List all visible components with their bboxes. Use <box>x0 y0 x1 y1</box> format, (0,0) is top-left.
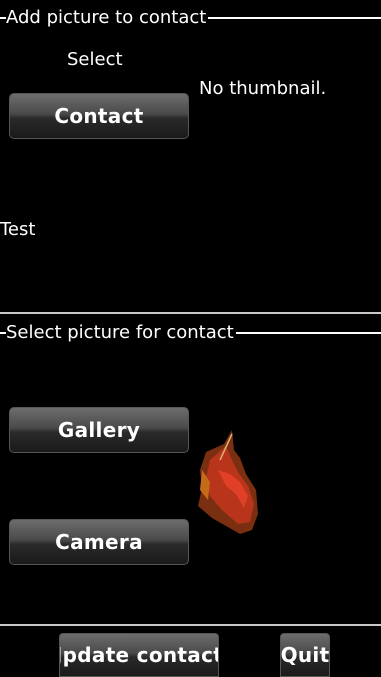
add-picture-legend-text: Add picture to contact <box>6 7 207 28</box>
picture-preview <box>196 430 260 534</box>
bottom-divider <box>0 624 381 626</box>
update-contact-button[interactable]: Jpdate contact <box>59 633 219 677</box>
quit-button[interactable]: Quit <box>280 633 330 677</box>
select-picture-legend: Select picture for contact <box>0 322 381 343</box>
thumbnail-status: No thumbnail. <box>199 78 327 99</box>
gallery-button[interactable]: Gallery <box>9 407 189 453</box>
section-divider <box>0 312 381 314</box>
contact-name: Test <box>0 219 36 240</box>
select-label: Select <box>67 49 123 70</box>
select-picture-legend-text: Select picture for contact <box>6 322 234 343</box>
leaf-image <box>198 430 258 534</box>
contact-button[interactable]: Contact <box>9 93 189 139</box>
camera-button[interactable]: Camera <box>9 519 189 565</box>
add-picture-legend: Add picture to contact <box>0 7 381 28</box>
